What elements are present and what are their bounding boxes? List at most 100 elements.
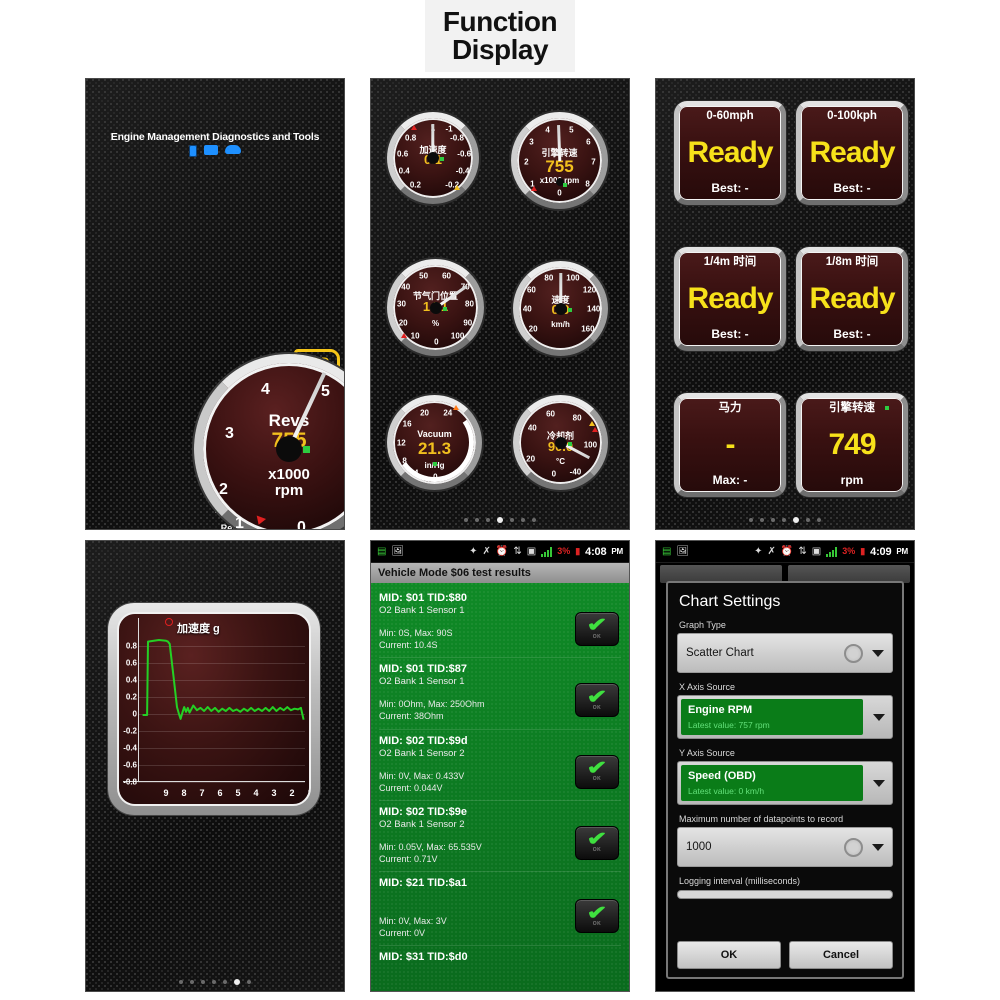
logging-interval-slider[interactable] (677, 890, 893, 899)
image-icon: 🖼 (391, 545, 405, 557)
row-mid: MID: $02 TID:$9d (379, 734, 468, 747)
gauge-acceleration[interactable]: 1 -1 0.8 -0.8 0.6 -0.6 0.4 -0.4 0.2 -0.2… (387, 112, 479, 204)
mute-icon: ✗ (767, 545, 776, 557)
tile-best: Best: - (833, 181, 871, 195)
status-badge[interactable]: ✔ OK (575, 825, 619, 860)
max-datapoints-spinner[interactable]: 1000 (677, 827, 893, 867)
cancel-button[interactable]: Cancel (789, 941, 893, 969)
page-dots-performance[interactable] (656, 517, 914, 523)
tile-0-60mph[interactable]: 0-60mph Ready Best: - (674, 101, 786, 205)
gauge-tick: 0.2 (409, 180, 421, 190)
gauge-led (567, 441, 572, 446)
tile-title: 引擎转速 (829, 402, 875, 414)
table-row[interactable]: MID: $01 TID:$80 O2 Bank 1 Sensor 1 Min:… (379, 592, 621, 659)
table-row[interactable]: MID: $01 TID:$87 O2 Bank 1 Sensor 1 Min:… (379, 663, 621, 730)
gauge-coolant[interactable]: 60 80 40 100 20 0 -40 冷却剂 90.0 °C (513, 395, 608, 490)
tile-engine-rpm[interactable]: 引擎转速 749 rpm (796, 393, 908, 497)
gauge-tick: 3 (529, 137, 534, 147)
gauge-throttle-position[interactable]: 50 60 40 70 30 80 20 90 10 100 0 节气门位置 1… (387, 259, 484, 356)
graph-area[interactable]: 0.8 0.6 0.4 0.2 0 -0.2 -0.4 -0.6 -0.8 9 … (117, 612, 311, 806)
function-display-page: Function Display Engine Management Diagn… (0, 0, 1000, 1000)
gauge-hub (554, 302, 567, 315)
app-bar-title: Vehicle Mode $06 test results (371, 563, 629, 583)
page-dots-graph[interactable] (86, 979, 344, 985)
status-badge[interactable]: ✔ OK (575, 612, 619, 646)
gauge-tick: 80 (572, 413, 582, 423)
gauge-tick: -40 (569, 467, 582, 477)
panel-gauges: 1 -1 0.8 -0.8 0.6 -0.6 0.4 -0.4 0.2 -0.2… (370, 78, 630, 530)
status-badge[interactable]: ✔ OK (575, 754, 619, 789)
tile-best: Best: - (711, 327, 749, 341)
alarm-icon: ⏰ (495, 545, 509, 557)
y-axis-source-spinner[interactable]: Speed (OBD) Latest value: 0 km/h (677, 761, 893, 805)
gauge-tick: -1 (445, 124, 453, 134)
table-row[interactable]: MID: $31 TID:$d0 (379, 951, 621, 969)
gauge-hub (554, 436, 567, 449)
tile-value: 749 (828, 427, 876, 461)
graph-type-spinner[interactable]: Scatter Chart (677, 633, 893, 673)
gauge-engine-rpm[interactable]: 4 5 3 6 2 7 1 8 0 引擎转速 755 x1000 rpm (511, 112, 608, 209)
status-badge[interactable]: ✔ OK (575, 683, 619, 718)
table-row[interactable]: MID: $02 TID:$9d O2 Bank 1 Sensor 2 Min:… (379, 735, 621, 801)
tile-quarter-mile-time[interactable]: 1/4m 时间 Ready Best: - (674, 247, 786, 351)
check-icon: ✔ (586, 615, 608, 637)
status-badge[interactable]: ✔ OK (575, 899, 619, 934)
gauge-red-marker (400, 333, 407, 338)
gauge-led (432, 462, 437, 467)
graph-title: 加速度 g (177, 623, 220, 635)
car-icon (225, 145, 241, 154)
signal-icon (541, 546, 553, 557)
tile-0-100kph[interactable]: 0-100kph Ready Best: - (796, 101, 908, 205)
tile-led (885, 406, 889, 410)
gauge-tick: 0.8 (405, 133, 417, 143)
panel-mode06-results: ▤ 🖼 ✦ ✗ ⏰ ⇅ ▣ 3% ▮ 4:08 PM Vehicle Mode … (370, 540, 630, 992)
tachometer-gauge[interactable]: 4 5 3 2 1 0 8 Revs 755 x1000 rpm (194, 354, 344, 529)
table-row[interactable]: MID: $21 TID:$a1 Min: 0V, Max: 3V Curren… (379, 877, 621, 947)
gauge-tick: 20 (420, 408, 429, 418)
check-icon: ✔ (586, 757, 608, 779)
gauge-tick: 0 (433, 472, 438, 482)
gauge-led (562, 182, 567, 187)
tile-best: Best: - (833, 327, 871, 341)
status-ampm: PM (611, 547, 623, 556)
bluetooth-icon: ✦ (469, 545, 478, 557)
tile-eighth-mile-time[interactable]: 1/8m 时间 Ready Best: - (796, 247, 908, 351)
gauge-tick: 24 (443, 408, 453, 418)
gauge-tick: 0 (434, 337, 439, 346)
gauge-tick: 100 (450, 331, 465, 341)
gauge-vacuum[interactable]: 20 24 16 12 8 4 0 Vacuum 21.3 in/Hg (387, 395, 482, 490)
sdcard-icon: ▣ (526, 545, 537, 557)
graph-cursor-marker (165, 618, 173, 626)
graph-type-label: Graph Type (679, 620, 726, 630)
page-title-line1: Function (442, 6, 558, 37)
gauge-hub (429, 301, 442, 314)
phone-icon (189, 145, 197, 157)
graph-type-value: Scatter Chart (686, 647, 754, 659)
chevron-down-icon (872, 843, 884, 851)
tile-value: Ready (809, 281, 895, 315)
radio-knob-icon (844, 837, 863, 857)
gauge-name: Vacuum (417, 429, 452, 439)
tile-unit: rpm (840, 473, 864, 487)
check-icon: ✔ (586, 829, 608, 851)
app-title: Engine Management Diagnostics and Tools (110, 131, 320, 143)
tile-value: Ready (687, 281, 773, 315)
gauge-speed[interactable]: 80 100 60 120 40 140 20 160 速度 0.0 km/h (513, 261, 608, 356)
gauge-tick: 10 (410, 331, 420, 341)
mode06-list[interactable]: MID: $01 TID:$80 O2 Bank 1 Sensor 1 Min:… (371, 583, 629, 991)
radio-knob-icon (844, 643, 863, 663)
tile-max: Max: - (712, 473, 748, 487)
tile-best: Best: - (711, 181, 749, 195)
x-axis-source-spinner[interactable]: Engine RPM Latest value: 757 rpm (677, 695, 893, 739)
logging-interval-label: Logging interval (milliseconds) (679, 876, 801, 886)
panel-performance: 0-60mph Ready Best: - 0-100kph Ready Bes… (655, 78, 915, 530)
page-dots-gauges[interactable] (371, 517, 629, 523)
page-title: Function Display (425, 0, 575, 72)
ok-button[interactable]: OK (677, 941, 781, 969)
table-row[interactable]: MID: $02 TID:$9e O2 Bank 1 Sensor 2 Min:… (379, 806, 621, 873)
tile-horsepower[interactable]: 马力 - Max: - (674, 393, 786, 497)
usb-icon: ▤ (662, 545, 672, 557)
status-time: 4:08 (585, 545, 607, 558)
gauge-led (443, 306, 448, 311)
row-mid: MID: $01 TID:$87 (379, 663, 468, 676)
